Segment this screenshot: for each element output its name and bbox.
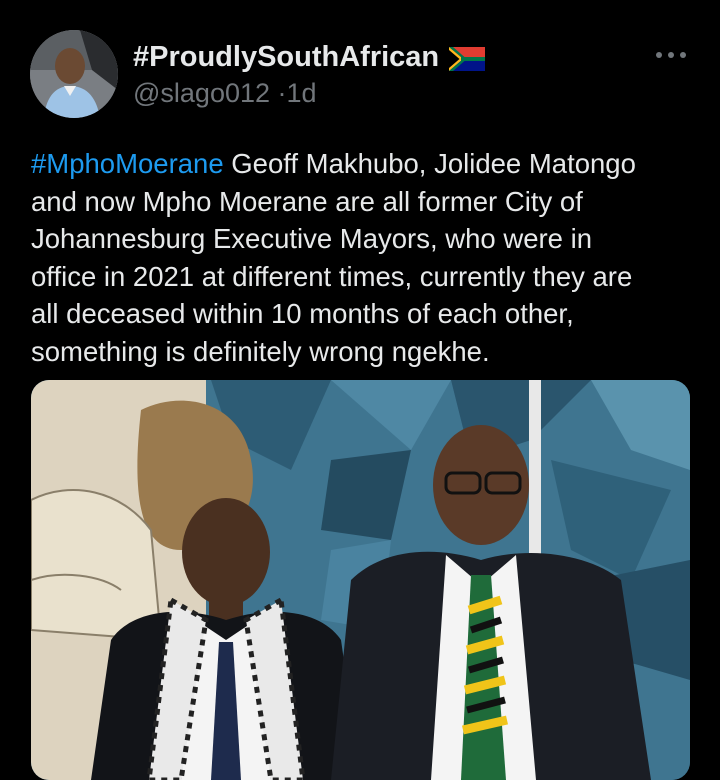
display-name-text: #ProudlySouthAfrican xyxy=(133,41,440,73)
tweet-media-photo[interactable] xyxy=(31,380,690,780)
more-button[interactable] xyxy=(648,40,694,70)
tweet-text-line: Johannesburg Executive Mayors, who were … xyxy=(31,223,592,254)
tweet-text-line: and now Mpho Moerane are all former City… xyxy=(31,185,583,217)
tweet-text: #MphoMoerane Geoff Makhubo, Jolidee Mato… xyxy=(31,145,701,370)
tweet-text-line: #MphoMoerane Geoff Makhubo, Jolidee Mato… xyxy=(31,145,701,183)
tweet-text-line: something is definitely wrong ngekhe. xyxy=(31,335,490,367)
handle-row: @slago012 ·1d xyxy=(133,78,317,109)
display-name[interactable]: #ProudlySouthAfrican xyxy=(133,41,486,74)
tweet-text-segment: Geoff Makhubo, Jolidee Matongo xyxy=(223,148,636,179)
tweet: #ProudlySouthAfrican @slago012 ·1d #Mpho xyxy=(0,0,720,780)
separator: · xyxy=(277,78,287,108)
tweet-text-line: all deceased within 10 months of each ot… xyxy=(31,298,574,329)
timestamp[interactable]: 1d xyxy=(287,78,317,108)
hashtag-link[interactable]: #MphoMoerane xyxy=(31,148,224,179)
handle[interactable]: @slago012 xyxy=(133,78,270,108)
south-africa-flag-icon xyxy=(449,46,486,71)
more-horizontal-icon xyxy=(656,52,686,58)
tweet-text-line: office in 2021 at different times, curre… xyxy=(31,260,633,292)
avatar[interactable] xyxy=(30,30,118,118)
